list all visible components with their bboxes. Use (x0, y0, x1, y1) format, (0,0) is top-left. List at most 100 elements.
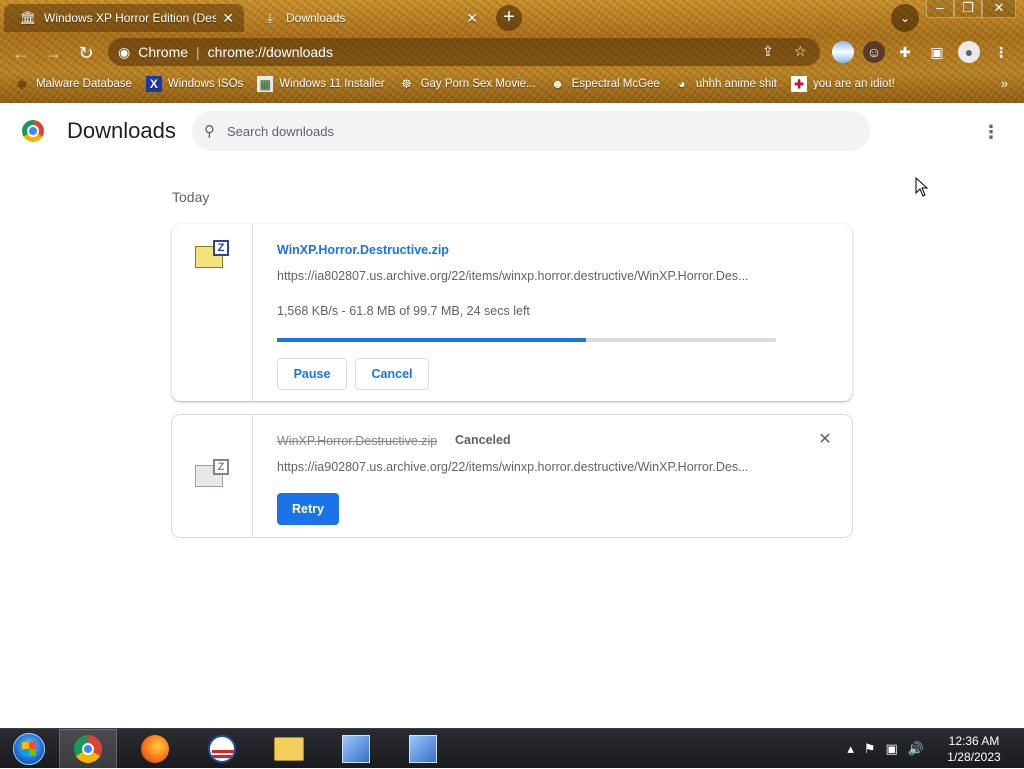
pause-button[interactable]: Pause (277, 358, 347, 390)
new-tab-button[interactable]: + (496, 5, 522, 31)
progress-bar (277, 338, 776, 342)
bookmark-label: Gay Porn Sex Movie... (420, 78, 536, 90)
tab-close-icon[interactable]: ✕ (222, 10, 234, 27)
tab-search-icon[interactable]: ⌄ (891, 4, 919, 32)
page-title: Downloads (67, 118, 176, 143)
anime-icon: ◕ (678, 77, 686, 91)
cancel-button[interactable]: Cancel (355, 358, 429, 390)
bug-icon: ✱ (16, 77, 28, 91)
firefox-icon (141, 735, 169, 763)
mouse-cursor-icon (915, 177, 929, 197)
x-icon: X (145, 76, 162, 92)
search-input[interactable] (227, 123, 827, 139)
zip-file-icon: Z (195, 240, 229, 270)
system-tray: ▴ ⚑ ▣ 🔊 12:36 AM 1/28/2023 (847, 729, 1024, 769)
bookmark-label: Malware Database (36, 78, 132, 90)
show-hidden-icons-icon[interactable]: ▴ (847, 741, 854, 757)
bookmark-label: you are an idiot! (813, 78, 895, 90)
card-divider (252, 224, 253, 401)
tab-windows-xp-horror[interactable]: 🏛 Windows XP Horror Edition (Dest ✕ (4, 4, 244, 32)
taskbar-firefox[interactable] (126, 729, 184, 769)
face-icon: ☻ (551, 77, 564, 91)
address-url[interactable]: chrome://downloads (208, 44, 333, 60)
address-bar[interactable]: ◉ Chrome | chrome://downloads ⇪ ☆ (108, 38, 820, 66)
bookmark-espectral-mcgee[interactable]: ☻ Espectral McGee (550, 76, 660, 92)
status-badge: Canceled (455, 433, 511, 447)
bookmark-malware-database[interactable]: ✱ Malware Database (14, 76, 132, 92)
taskbar-explorer[interactable] (260, 729, 318, 769)
obama-logo-icon (208, 735, 236, 763)
progress-description: 1,568 KB/s - 61.8 MB of 99.7 MB, 24 secs… (277, 304, 530, 318)
download-item: Z WinXP.Horror.Destructive.zip Canceled … (172, 415, 852, 537)
image-icon: ▦ (257, 76, 274, 92)
chrome-icon (74, 735, 102, 763)
taskbar-obama-logo[interactable] (193, 729, 251, 769)
bookmark-uhhh-anime[interactable]: ◕ uhhh anime shit (674, 76, 777, 92)
retry-button[interactable]: Retry (277, 493, 339, 525)
profile-icon[interactable]: ● (958, 41, 980, 63)
progress-fill (277, 338, 587, 342)
bookmark-windows-11-installer[interactable]: ▦ Windows 11 Installer (257, 76, 385, 92)
search-icon: ⚲ (204, 123, 215, 140)
zip-file-icon: Z (195, 459, 229, 489)
address-separator: | (196, 44, 200, 60)
extension-flag-icon[interactable] (832, 41, 854, 63)
bookmark-star-icon[interactable]: ☆ (794, 43, 807, 60)
taskbar-installer-1[interactable] (327, 729, 385, 769)
bookmark-gay-porn-sex-movie[interactable]: ☸ Gay Porn Sex Movie... (399, 76, 536, 92)
taskbar-chrome[interactable] (59, 729, 117, 769)
bookmarks-overflow-icon[interactable]: » (1001, 76, 1008, 91)
bookmark-label: uhhh anime shit (695, 78, 778, 90)
chrome-menu-icon[interactable]: ⋮ (990, 41, 1012, 63)
bookmark-favicon: ☸ (401, 77, 412, 91)
archive-favicon-icon: 🏛 (19, 10, 37, 25)
reload-icon[interactable]: ↻ (73, 40, 99, 66)
file-url[interactable]: https://ia802807.us.archive.org/22/items… (277, 269, 777, 283)
clock[interactable]: 12:36 AM 1/28/2023 (934, 733, 1014, 765)
flag-icon: ✚ (791, 76, 808, 92)
installer-icon (409, 735, 437, 763)
tab-title: Windows XP Horror Edition (Dest (44, 11, 216, 25)
remove-close-icon[interactable]: ✕ (817, 431, 833, 449)
chrome-logo-icon (22, 120, 44, 142)
restore-button[interactable]: ❐ (954, 0, 982, 18)
bookmark-windows-isos[interactable]: X Windows ISOs (145, 76, 244, 92)
downloads-header: Downloads ⚲ ⋮ (0, 103, 1024, 159)
extension-avatar-icon[interactable]: ☺ (863, 41, 885, 63)
extensions-puzzle-icon[interactable]: ✚ (894, 41, 916, 63)
windows-orb-icon (13, 733, 45, 765)
file-url[interactable]: https://ia902807.us.archive.org/22/items… (277, 460, 777, 474)
back-arrow-icon[interactable]: ← (8, 40, 34, 66)
share-icon[interactable]: ⇪ (762, 43, 774, 60)
bookmark-label: Espectral McGee (571, 78, 660, 90)
download-item: Z WinXP.Horror.Destructive.zip https://i… (172, 224, 852, 401)
action-center-flag-icon[interactable]: ⚑ (864, 741, 876, 757)
close-window-button[interactable]: ✕ (982, 0, 1016, 18)
clock-date: 1/28/2023 (947, 750, 1001, 764)
chrome-site-icon: ◉ (118, 43, 131, 60)
search-box[interactable]: ⚲ (192, 111, 870, 151)
bookmark-you-are-an-idiot[interactable]: ✚ you are an idiot! (791, 76, 895, 92)
side-panel-icon[interactable]: ▣ (926, 41, 948, 63)
download-icon: ⤓ (267, 10, 273, 25)
bookmark-label: Windows 11 Installer (279, 78, 385, 90)
taskbar: ▴ ⚑ ▣ 🔊 12:36 AM 1/28/2023 (0, 728, 1024, 769)
folder-icon (274, 737, 304, 761)
tab-close-icon[interactable]: ✕ (466, 10, 478, 27)
start-button[interactable] (0, 729, 58, 769)
clock-time: 12:36 AM (948, 734, 1000, 748)
date-section-label: Today (172, 189, 210, 205)
minimize-button[interactable]: – (926, 0, 954, 18)
more-actions-icon[interactable]: ⋮ (982, 121, 1000, 143)
taskbar-installer-2[interactable] (394, 729, 452, 769)
file-name-link[interactable]: WinXP.Horror.Destructive.zip (277, 243, 449, 257)
bookmarks-bar: ✱ Malware Database X Windows ISOs ▦ Wind… (0, 72, 1024, 96)
scheme-label: Chrome (138, 44, 189, 60)
network-icon[interactable]: ▣ (886, 741, 898, 757)
tab-downloads[interactable]: ⤓ Downloads ✕ (246, 4, 488, 32)
browser-chrome: 🏛 Windows XP Horror Edition (Dest ✕ ⤓ Do… (0, 0, 1024, 103)
card-divider (252, 415, 253, 537)
volume-icon[interactable]: 🔊 (908, 741, 924, 757)
forward-arrow-icon[interactable]: → (40, 40, 66, 66)
bookmark-label: Windows ISOs (167, 78, 244, 90)
